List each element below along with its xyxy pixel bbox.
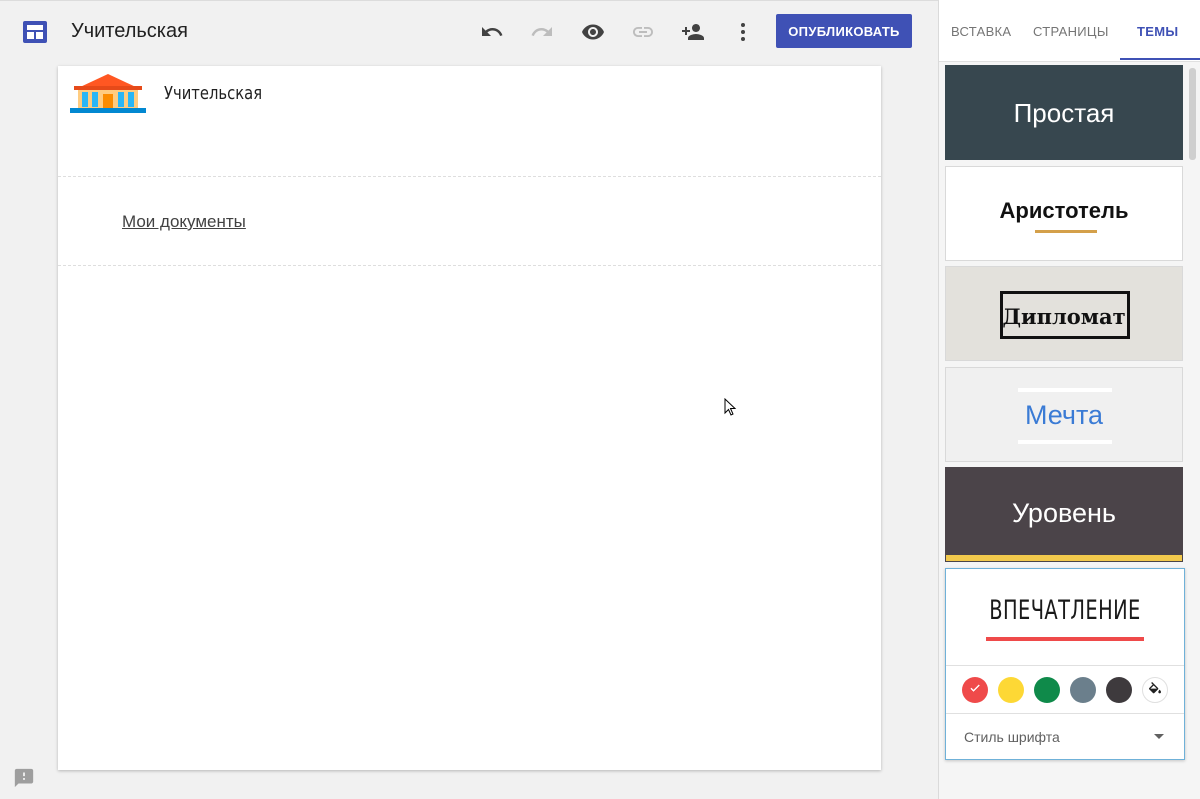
color-swatch-slate[interactable] bbox=[1070, 677, 1096, 703]
color-swatches bbox=[962, 677, 1172, 703]
theme-accent-bar bbox=[1035, 230, 1097, 233]
redo-icon[interactable] bbox=[530, 20, 554, 44]
theme-name: Уровень bbox=[1011, 498, 1116, 528]
tab-themes[interactable]: ТЕМЫ bbox=[1137, 24, 1178, 39]
undo-icon[interactable] bbox=[480, 20, 504, 44]
theme-accent-strip bbox=[946, 555, 1182, 561]
theme-list: Простая Аристотель Дипломат Мечта Уровен… bbox=[939, 62, 1200, 799]
theme-diplomat[interactable]: Дипломат bbox=[945, 266, 1183, 361]
check-icon bbox=[970, 684, 980, 692]
layout-icon[interactable] bbox=[22, 20, 48, 44]
feedback-icon[interactable] bbox=[13, 767, 35, 789]
theme-name: Аристотель bbox=[999, 198, 1129, 223]
theme-name: Простая bbox=[1013, 98, 1115, 128]
site-page-canvas[interactable]: Учительская Мои документы bbox=[58, 66, 881, 770]
nav-link-my-documents[interactable]: Мои документы bbox=[122, 212, 246, 232]
color-swatch-charcoal[interactable] bbox=[1106, 677, 1132, 703]
custom-color-button[interactable] bbox=[1142, 677, 1168, 703]
school-building-logo[interactable] bbox=[68, 72, 148, 114]
dropdown-arrow-icon bbox=[1154, 734, 1164, 739]
theme-name: ВПЕЧАТЛЕНИЕ bbox=[989, 595, 1141, 626]
color-swatch-red[interactable] bbox=[962, 677, 988, 703]
page-site-name[interactable]: Учительская bbox=[164, 83, 262, 104]
theme-aristotle[interactable]: Аристотель bbox=[945, 166, 1183, 261]
theme-name: Мечта bbox=[1024, 400, 1104, 430]
theme-level[interactable]: Уровень bbox=[945, 467, 1183, 562]
tab-insert[interactable]: ВСТАВКА bbox=[951, 24, 1011, 39]
preview-icon[interactable] bbox=[581, 20, 605, 44]
theme-simple[interactable]: Простая bbox=[945, 65, 1183, 160]
panel-tabs: ВСТАВКА СТРАНИЦЫ ТЕМЫ bbox=[939, 0, 1200, 62]
scrollbar[interactable] bbox=[1189, 68, 1196, 160]
tab-pages[interactable]: СТРАНИЦЫ bbox=[1033, 24, 1109, 39]
font-style-dropdown[interactable]: Стиль шрифта bbox=[946, 714, 1184, 760]
theme-dream[interactable]: Мечта bbox=[945, 367, 1183, 462]
theme-impression-selected[interactable]: ВПЕЧАТЛЕНИЕ Стиль шрифта bbox=[945, 568, 1185, 760]
theme-accent-bar bbox=[986, 637, 1144, 641]
theme-line-bottom bbox=[1018, 440, 1112, 444]
paint-bucket-icon bbox=[1148, 682, 1161, 694]
theme-line-top bbox=[1018, 388, 1112, 392]
add-person-icon[interactable] bbox=[681, 20, 705, 44]
active-tab-indicator bbox=[1120, 58, 1200, 60]
navigation-section[interactable]: Мои документы bbox=[58, 177, 881, 266]
more-vert-icon[interactable] bbox=[731, 20, 755, 44]
font-style-label: Стиль шрифта bbox=[964, 729, 1060, 745]
page-header[interactable]: Учительская bbox=[58, 66, 881, 177]
color-swatch-yellow[interactable] bbox=[998, 677, 1024, 703]
link-icon[interactable] bbox=[631, 20, 655, 44]
top-bar: Учительская ОПУБЛИКОВАТЬ bbox=[0, 0, 938, 63]
mouse-cursor-icon bbox=[724, 398, 737, 416]
side-panel: ВСТАВКА СТРАНИЦЫ ТЕМЫ Простая Аристотель… bbox=[938, 0, 1200, 799]
publish-button[interactable]: ОПУБЛИКОВАТЬ bbox=[776, 14, 912, 48]
color-swatch-green[interactable] bbox=[1034, 677, 1060, 703]
site-title[interactable]: Учительская bbox=[71, 20, 188, 43]
divider bbox=[946, 665, 1184, 666]
theme-name: Дипломат bbox=[1002, 304, 1126, 329]
